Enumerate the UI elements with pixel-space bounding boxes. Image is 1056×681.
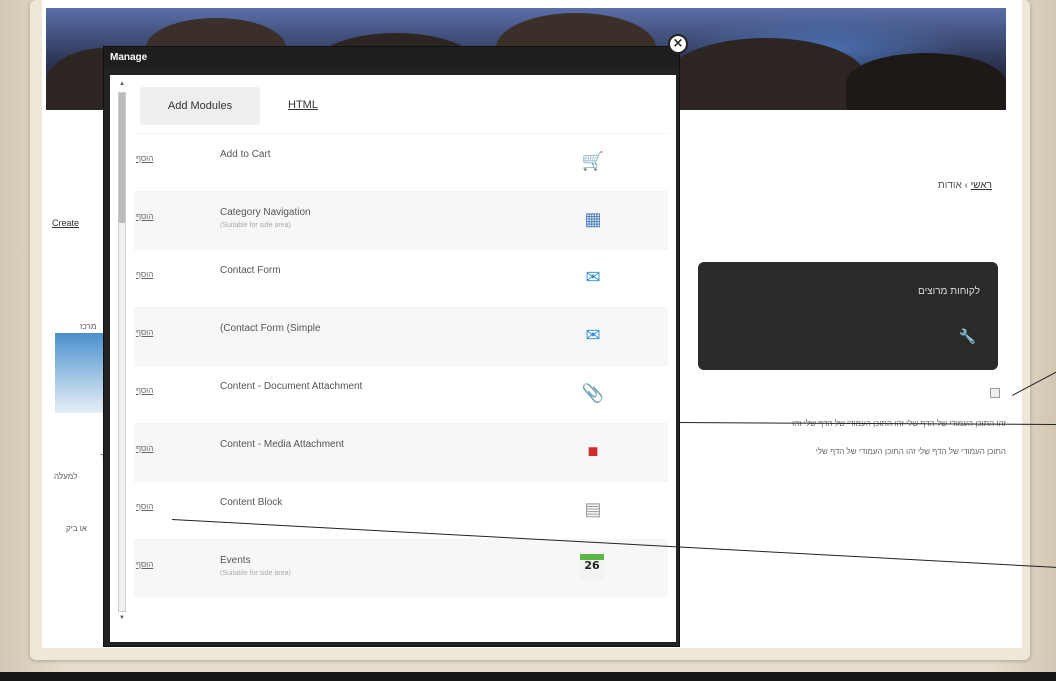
module-title: Events xyxy=(220,555,251,566)
breadcrumb-separator: › xyxy=(961,180,971,191)
module-subtitle: (Suitable for side area) xyxy=(220,222,291,229)
mailbox-icon: ✉ xyxy=(585,325,601,345)
paperclip-icon: 📎 xyxy=(581,383,605,403)
left-text-3: למעלה xyxy=(54,472,78,481)
module-row-contact-form-simple: הוסף (Contact Form (Simple ✉ xyxy=(134,307,668,365)
sidebar-box-title: לקוחות מרוצים xyxy=(917,286,980,297)
module-name: Category Navigation (Suitable for side ar… xyxy=(220,206,311,232)
left-text-4: או ביק xyxy=(66,524,87,533)
module-name: Events (Suitable for side area) xyxy=(220,554,291,580)
scroll-up-arrow-icon[interactable]: ▲ xyxy=(119,81,125,87)
sidebar-box: לקוחות מרוצים 🔧 xyxy=(698,262,998,370)
cart-icon: 🛒 xyxy=(581,151,605,171)
module-subtitle: (Suitable for side area) xyxy=(220,570,291,577)
module-name: Contact Form xyxy=(220,265,281,276)
category-navigation-icon: ▦ xyxy=(584,209,602,229)
add-module-link[interactable]: הוסף xyxy=(136,386,153,395)
dialog-title: Manage xyxy=(110,52,148,63)
close-dialog-icon[interactable]: × xyxy=(668,34,688,54)
scroll-thumb[interactable] xyxy=(119,93,125,223)
module-row-category-navigation: הוסף Category Navigation (Suitable for si… xyxy=(134,191,668,249)
add-module-link[interactable]: הוסף xyxy=(136,154,153,163)
module-row-events: הוסף Events (Suitable for side area) 26 xyxy=(134,539,668,597)
content-line-2: התוכן העמודי של הדף שלי זהו התוכן העמודי… xyxy=(815,447,1006,456)
module-row-content-block: הוסף Content Block ▤ xyxy=(134,481,668,539)
video-icon: ■ xyxy=(587,441,599,461)
module-name: Content - Document Attachment xyxy=(220,381,363,392)
module-row-media-attachment: הוסף Content - Media Attachment ■ xyxy=(134,423,668,481)
breadcrumb-current: אודות xyxy=(937,180,962,191)
breadcrumb-home-link[interactable]: ראשי xyxy=(971,180,992,191)
module-row-contact-form: הוסף Contact Form ✉ xyxy=(134,249,668,307)
module-name: Content Block xyxy=(220,497,283,508)
add-module-link[interactable]: הוסף xyxy=(136,212,153,221)
add-module-link[interactable]: הוסף xyxy=(136,270,153,279)
module-title: Category Navigation xyxy=(220,207,311,218)
module-name: Content - Media Attachment xyxy=(220,439,344,450)
edit-module-icon[interactable] xyxy=(990,388,1000,398)
module-row-document-attachment: הוסף Content - Document Attachment 📎 xyxy=(134,365,668,423)
add-module-link[interactable]: הוסף xyxy=(136,502,153,511)
scroll-down-arrow-icon[interactable]: ▼ xyxy=(119,615,125,621)
add-module-link[interactable]: הוסף xyxy=(136,444,153,453)
manage-dialog: Manage ▲ ▼ Add Modules HTML הוסף Add to … xyxy=(103,46,680,647)
module-list: הוסף Add to Cart 🛒 הוסף Category Navigat… xyxy=(134,133,668,597)
page-content-text: זהו התוכן העמודי של הדף שלי זהו התוכן הע… xyxy=(686,410,1006,466)
calendar-icon: 26 xyxy=(580,554,604,580)
content-block-icon: ▤ xyxy=(584,499,602,519)
add-module-link[interactable]: הוסף xyxy=(136,560,153,569)
dialog-scrollbar[interactable]: ▲ ▼ xyxy=(118,81,126,621)
dialog-body: ▲ ▼ Add Modules HTML הוסף Add to Cart 🛒 … xyxy=(110,75,676,642)
left-text-1: מרכז xyxy=(80,322,97,331)
module-name: Add to Cart xyxy=(220,149,271,160)
tab-html[interactable]: HTML xyxy=(288,99,318,111)
module-name: (Contact Form (Simple xyxy=(220,323,321,334)
footer-bar xyxy=(0,672,1056,681)
tab-add-modules[interactable]: Add Modules xyxy=(140,87,260,125)
mailbox-icon: ✉ xyxy=(585,267,601,287)
add-module-link[interactable]: הוסף xyxy=(136,328,153,337)
breadcrumb: ראשי › אודות xyxy=(938,180,992,191)
module-row-add-to-cart: הוסף Add to Cart 🛒 xyxy=(134,133,668,191)
wrench-icon[interactable]: 🔧 xyxy=(959,328,976,345)
create-link[interactable]: Create xyxy=(52,218,79,228)
right-column: ראשי › אודות לקוחות מרוצים 🔧 זהו התוכן ה… xyxy=(690,110,1010,650)
dialog-titlebar[interactable]: Manage xyxy=(104,47,679,69)
